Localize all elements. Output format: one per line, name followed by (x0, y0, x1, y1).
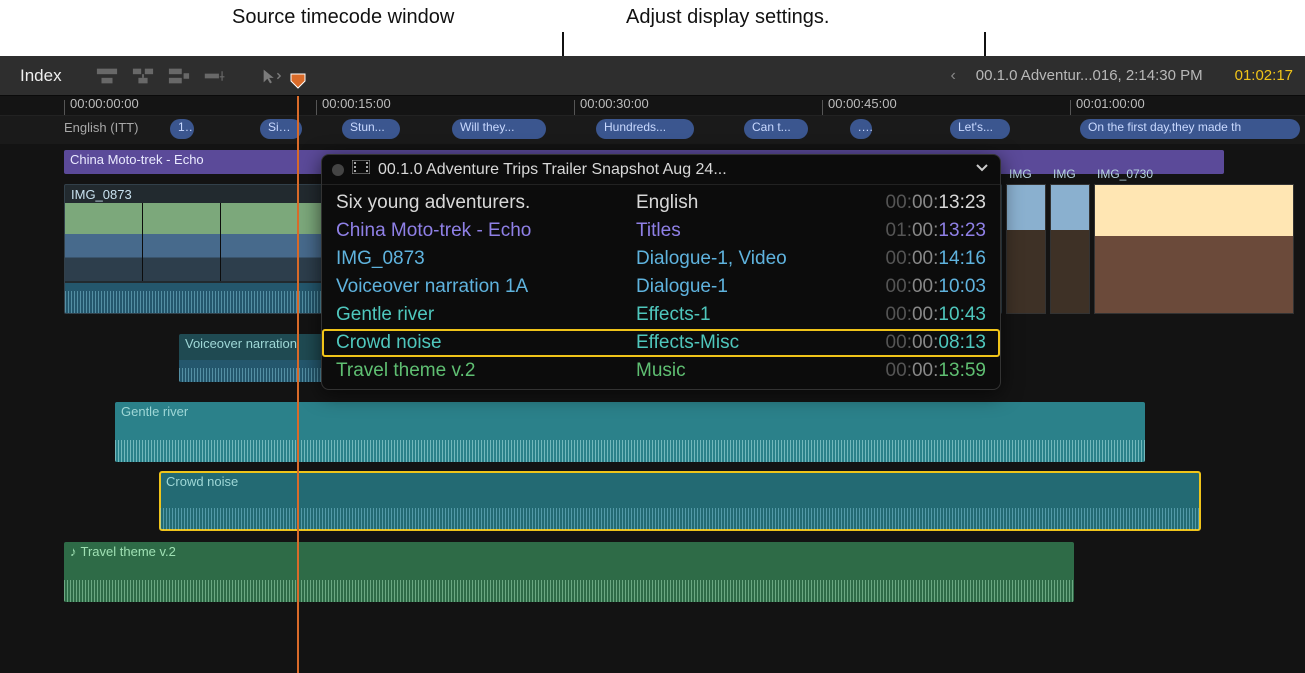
filmstrip-icon (352, 160, 370, 179)
index-button[interactable]: Index (12, 62, 70, 90)
clip-label: IMG (1053, 167, 1076, 181)
effects-clip-gentle-river[interactable]: Gentle river (115, 402, 1145, 462)
timeline-app: Index ‹ 00.1.0 Adventur...016, 2:14:30 P… (0, 56, 1305, 673)
source-row-role: English (636, 192, 836, 214)
source-row-timecode: 01:00:13:23 (836, 220, 986, 242)
effects-clip-crowd-noise[interactable]: Crowd noise (160, 472, 1200, 530)
caption-pill[interactable]: Let's... (950, 119, 1010, 139)
source-row-role: Dialogue-1 (636, 276, 836, 298)
caption-pill[interactable]: 1... (170, 119, 194, 139)
overwrite-clip-icon[interactable] (204, 67, 226, 85)
ruler-tick: 00:00:45:00 (828, 96, 897, 115)
music-clip-travel-theme[interactable]: ♪Travel theme v.2 (64, 542, 1074, 602)
source-row[interactable]: China Moto-trek - EchoTitles01:00:13:23 (322, 217, 1000, 245)
source-row[interactable]: Travel theme v.2Music00:00:13:59 (322, 357, 1000, 385)
waveform (160, 500, 1200, 530)
source-row-role: Effects-Misc (636, 332, 836, 354)
source-window-body: Six young adventurers.English00:00:13:23… (322, 185, 1000, 389)
source-row-name: Travel theme v.2 (336, 360, 636, 382)
source-row-name: Voiceover narration 1A (336, 276, 636, 298)
voiceover-clip[interactable]: Voiceover narration (179, 334, 324, 382)
source-window-title: 00.1.0 Adventure Trips Trailer Snapshot … (378, 161, 727, 179)
waveform (179, 360, 324, 382)
ruler-tick: 00:00:15:00 (322, 96, 391, 115)
append-clip-icon[interactable] (168, 67, 190, 85)
playhead-handle-icon[interactable] (290, 73, 306, 89)
captions-lane: English (ITT) 1... Six... Stun... Will t… (0, 116, 1305, 144)
source-window-titlebar[interactable]: 00.1.0 Adventure Trips Trailer Snapshot … (322, 155, 1000, 185)
clip-label: IMG (1009, 167, 1032, 181)
source-row-name: China Moto-trek - Echo (336, 220, 636, 242)
source-row-timecode: 00:00:08:13 (836, 332, 986, 354)
ruler-tick: 00:00:00:00 (70, 96, 139, 115)
source-row-timecode: 00:00:10:03 (836, 276, 986, 298)
source-row-timecode: 00:00:13:23 (836, 192, 986, 214)
clip-label: IMG_0730 (1097, 167, 1153, 181)
connect-clip-icon[interactable] (96, 67, 118, 85)
source-row[interactable]: IMG_0873Dialogue-1, Video00:00:14:16 (322, 245, 1000, 273)
source-row-name: Crowd noise (336, 332, 636, 354)
timeline-ruler[interactable]: 00:00:00:00 00:00:15:00 00:00:30:00 00:0… (0, 96, 1305, 116)
source-timecode-window[interactable]: 00.1.0 Adventure Trips Trailer Snapshot … (321, 154, 1001, 390)
ruler-tick: 00:01:00:00 (1076, 96, 1145, 115)
back-history-icon[interactable]: ‹ (942, 67, 963, 85)
source-row[interactable]: Gentle riverEffects-100:00:10:43 (322, 301, 1000, 329)
timeline-toolbar: Index ‹ 00.1.0 Adventur...016, 2:14:30 P… (0, 56, 1305, 96)
source-row-role: Effects-1 (636, 304, 836, 326)
source-row-timecode: 00:00:14:16 (836, 248, 986, 270)
timeline-tracks[interactable]: China Moto-trek - Echo IMG_0873 IMG IMG … (0, 144, 1305, 673)
source-row-role: Music (636, 360, 836, 382)
waveform (115, 432, 1145, 462)
captions-language: English (ITT) (64, 120, 138, 135)
video-clip[interactable]: IMG (1006, 184, 1046, 314)
annotation-adjust-settings: Adjust display settings. (626, 6, 829, 29)
caption-pill[interactable]: Will they... (452, 119, 546, 139)
waveform (64, 572, 1074, 602)
video-clip[interactable]: IMG (1050, 184, 1090, 314)
title-clip-label: China Moto-trek - Echo (70, 152, 204, 167)
ruler-tick: 00:00:30:00 (580, 96, 649, 115)
source-row-name: Six young adventurers. (336, 192, 636, 214)
caption-pill[interactable]: ... (850, 119, 872, 139)
annotation-source-window: Source timecode window (232, 6, 454, 29)
insert-clip-icon[interactable] (132, 67, 154, 85)
playhead[interactable] (297, 96, 299, 673)
caption-pill[interactable]: Six... (260, 119, 302, 139)
close-dot-icon[interactable] (332, 164, 344, 176)
display-settings-chevron-icon[interactable] (974, 159, 990, 180)
clip-label: Voiceover narration (185, 336, 297, 351)
clip-label: Crowd noise (166, 474, 238, 489)
video-clip-label: IMG_0873 (71, 187, 132, 202)
source-row-timecode: 00:00:10:43 (836, 304, 986, 326)
clip-label: ♪Travel theme v.2 (70, 544, 176, 559)
source-row-role: Titles (636, 220, 836, 242)
video-clip[interactable]: IMG_0730 (1094, 184, 1294, 314)
source-row[interactable]: Crowd noiseEffects-Misc00:00:08:13 (322, 329, 1000, 357)
caption-pill[interactable]: Hundreds... (596, 119, 694, 139)
select-tool-icon[interactable] (260, 67, 282, 85)
clip-label: Gentle river (121, 404, 188, 419)
project-timecode: 01:02:17 (1235, 67, 1293, 84)
project-breadcrumb[interactable]: 00.1.0 Adventur...016, 2:14:30 PM (976, 67, 1203, 84)
caption-pill[interactable]: Stun... (342, 119, 400, 139)
source-row-timecode: 00:00:13:59 (836, 360, 986, 382)
source-row-role: Dialogue-1, Video (636, 248, 836, 270)
caption-pill[interactable]: Can t... (744, 119, 808, 139)
caption-pill[interactable]: On the first day,they made th (1080, 119, 1300, 139)
source-row-name: IMG_0873 (336, 248, 636, 270)
music-icon: ♪ (70, 544, 77, 559)
source-row[interactable]: Voiceover narration 1ADialogue-100:00:10… (322, 273, 1000, 301)
source-row-name: Gentle river (336, 304, 636, 326)
source-row[interactable]: Six young adventurers.English00:00:13:23 (322, 189, 1000, 217)
